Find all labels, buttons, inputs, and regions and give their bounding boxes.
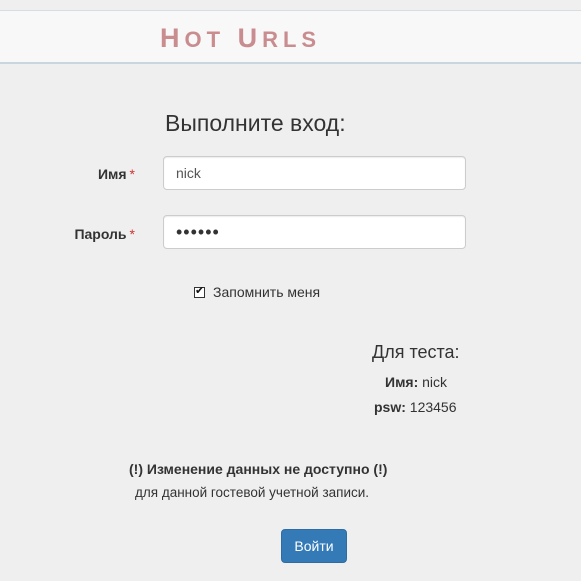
- brand-rest-1: OT: [184, 27, 226, 52]
- test-password-value: 123456: [409, 399, 457, 415]
- header-bar: HOT URLS: [0, 10, 581, 64]
- brand-logo[interactable]: HOT URLS: [160, 23, 321, 54]
- test-password-line: psw: 123456: [374, 399, 457, 415]
- login-page: HOT URLS Выполните вход: Имя* Пароль* ✔ …: [0, 0, 581, 581]
- edit-disabled-warning: (!) Изменение данных не доступно (!): [129, 461, 388, 477]
- required-marker: *: [129, 166, 135, 182]
- test-name-label: Имя:: [385, 374, 419, 390]
- test-name-line: Имя: nick: [385, 374, 447, 390]
- check-icon: ✔: [195, 284, 205, 297]
- guest-account-note: для данной гостевой учетной записи.: [135, 485, 370, 500]
- top-strip: [0, 0, 581, 10]
- remember-me-label: Запомнить меня: [213, 284, 321, 300]
- login-button[interactable]: Войти: [281, 529, 347, 563]
- username-label: Имя *: [0, 166, 135, 182]
- brand-initial-1: H: [160, 23, 185, 53]
- username-label-text: Имя: [97, 166, 127, 182]
- password-label: Пароль *: [0, 226, 135, 242]
- test-password-label: psw:: [374, 399, 406, 415]
- required-marker: *: [129, 226, 135, 242]
- test-name-value: nick: [422, 374, 448, 390]
- password-field[interactable]: [163, 215, 466, 249]
- test-credentials-title: Для теста:: [372, 342, 460, 362]
- brand-rest-2: RLS: [262, 27, 322, 52]
- remember-me-row[interactable]: ✔ Запомнить меня: [194, 284, 320, 300]
- login-form-title: Выполните вход:: [165, 110, 346, 136]
- password-label-text: Пароль: [74, 226, 127, 242]
- username-field[interactable]: [163, 156, 466, 190]
- brand-initial-2: U: [237, 23, 263, 53]
- remember-me-checkbox[interactable]: ✔: [194, 284, 205, 298]
